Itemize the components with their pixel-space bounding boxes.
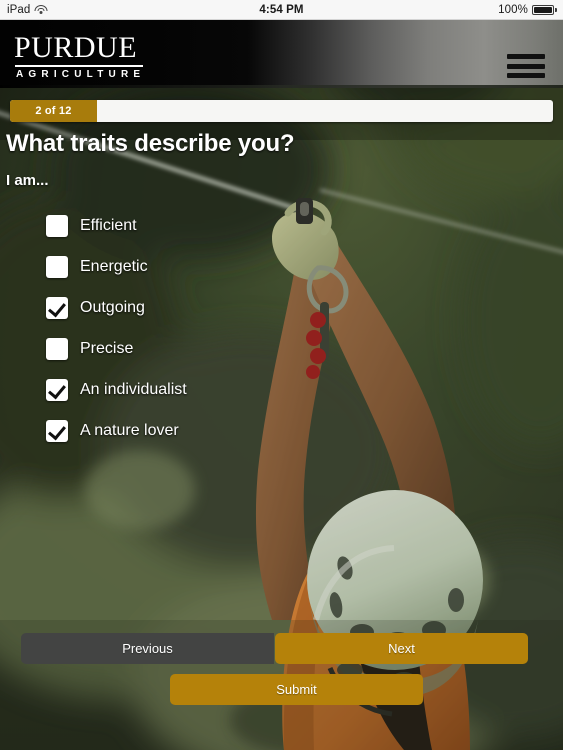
option-row[interactable]: Efficient bbox=[46, 205, 346, 246]
progress-label: 2 of 12 bbox=[35, 105, 72, 117]
option-row[interactable]: Energetic bbox=[46, 246, 346, 287]
survey-content: What traits describe you? I am... Effici… bbox=[0, 130, 563, 451]
option-list: Efficient Energetic Outgoing Precise An indi… bbox=[0, 189, 563, 451]
question-prompt: I am... bbox=[6, 172, 49, 189]
next-button[interactable]: Next bbox=[275, 633, 528, 664]
hamburger-menu-icon[interactable] bbox=[507, 54, 545, 78]
checkbox-unchecked-icon[interactable] bbox=[46, 214, 68, 237]
progress-bar-fill: 2 of 12 bbox=[10, 100, 97, 122]
checkbox-checked-icon[interactable] bbox=[46, 419, 68, 442]
option-row[interactable]: Outgoing bbox=[46, 287, 346, 328]
option-label: Energetic bbox=[80, 257, 148, 275]
checkbox-unchecked-icon[interactable] bbox=[46, 337, 68, 360]
option-label: Outgoing bbox=[80, 298, 145, 316]
status-bar-time: 4:54 PM bbox=[259, 3, 304, 16]
option-row[interactable]: Precise bbox=[46, 328, 346, 369]
purdue-agriculture-logo: PURDUE AGRICULTURE bbox=[14, 32, 145, 80]
battery-percent-label: 100% bbox=[498, 3, 528, 16]
logo-wordmark: PURDUE bbox=[14, 31, 138, 64]
logo-divider-rule bbox=[15, 65, 143, 67]
submit-button[interactable]: Submit bbox=[170, 674, 423, 705]
checkbox-checked-icon[interactable] bbox=[46, 296, 68, 319]
navigation-button-row: Previous Next bbox=[21, 633, 542, 664]
previous-button[interactable]: Previous bbox=[21, 633, 274, 664]
option-label: An individualist bbox=[80, 380, 187, 398]
option-row[interactable]: An individualist bbox=[46, 369, 346, 410]
option-label: Precise bbox=[80, 339, 134, 357]
checkbox-unchecked-icon[interactable] bbox=[46, 255, 68, 278]
battery-full-icon bbox=[532, 4, 557, 15]
progress-bar: 2 of 12 bbox=[10, 100, 553, 122]
app-root: iPad 4:54 PM 100% PURDUE AGRICULTURE 2 o… bbox=[0, 0, 563, 750]
checkbox-checked-icon[interactable] bbox=[46, 378, 68, 401]
option-label: Efficient bbox=[80, 216, 137, 234]
option-label: A nature lover bbox=[80, 421, 179, 439]
logo-subtitle: AGRICULTURE bbox=[16, 69, 146, 80]
status-bar-right: 100% bbox=[498, 4, 557, 16]
question-title: What traits describe you? bbox=[6, 130, 295, 157]
option-row[interactable]: A nature lover bbox=[46, 410, 346, 451]
status-bar: iPad 4:54 PM 100% bbox=[0, 0, 563, 20]
app-header: PURDUE AGRICULTURE bbox=[0, 20, 563, 88]
